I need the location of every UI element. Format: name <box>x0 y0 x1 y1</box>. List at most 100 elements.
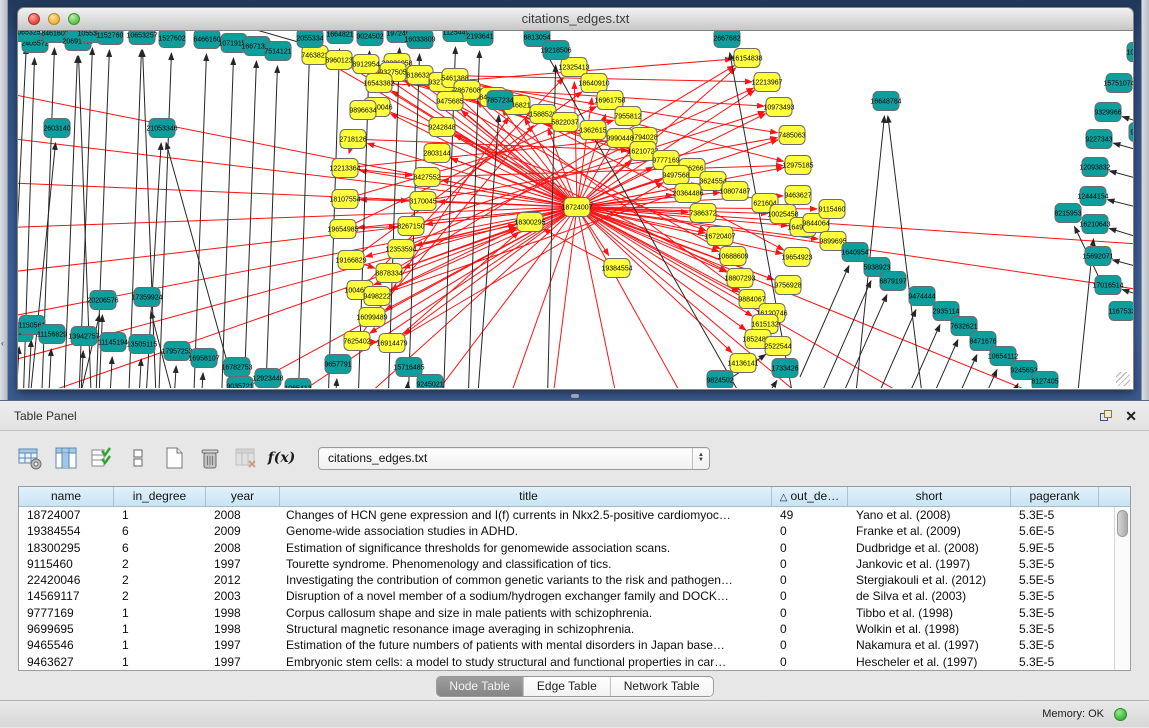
graph-node[interactable]: 9497568 <box>662 166 689 185</box>
graph-node[interactable]: 2667682 <box>713 31 740 48</box>
table-cell[interactable]: 2 <box>114 588 206 604</box>
table-cell[interactable]: 1 <box>114 605 206 621</box>
table-cell[interactable]: 2009 <box>206 523 280 539</box>
column-header-title[interactable]: title <box>280 487 772 506</box>
graph-node[interactable]: 9329966 <box>1094 103 1121 122</box>
graph-node[interactable]: 17359924 <box>131 288 162 307</box>
table-cell[interactable]: Hescheler et al. (1997) <box>848 654 1011 670</box>
new-table-icon[interactable] <box>160 445 187 472</box>
graph-node[interactable]: 1065411 <box>1127 43 1133 62</box>
graph-node[interactable]: 13505115 <box>127 335 158 354</box>
table-cell[interactable]: 1997 <box>206 654 280 670</box>
graph-node[interactable]: 5822037 <box>551 113 578 132</box>
graph-node[interactable]: 7955812 <box>614 107 641 126</box>
graph-node[interactable]: 18107554 <box>329 190 360 209</box>
graph-node[interactable]: 11145194 <box>98 333 128 352</box>
graph-node[interactable]: 9896634 <box>349 101 376 120</box>
graph-node[interactable]: 7857234 <box>486 91 513 110</box>
graph-node[interactable]: 16543382 <box>363 74 394 93</box>
graph-node[interactable]: 9024502 <box>356 31 383 46</box>
graph-node[interactable]: 1733426 <box>771 359 798 378</box>
table-cell[interactable]: Yano et al. (2008) <box>848 507 1011 523</box>
graph-node[interactable]: 1664821 <box>326 31 353 44</box>
graph-node[interactable]: 1152760 <box>97 31 124 45</box>
table-cell[interactable]: 0 <box>772 572 848 588</box>
graph-node[interactable]: 7386372 <box>689 204 716 223</box>
table-cell[interactable]: Franke et al. (2009) <box>848 523 1011 539</box>
table-cell[interactable]: 14569117 <box>19 588 114 604</box>
table-cell[interactable]: 9115460 <box>19 556 114 572</box>
graph-node[interactable]: 16648784 <box>870 92 901 111</box>
graph-node[interactable]: 10653257 <box>126 31 157 45</box>
table-row[interactable]: 969969511998Structural magnetic resonanc… <box>19 621 1114 637</box>
table-cell[interactable]: 6 <box>114 540 206 556</box>
minimize-window-icon[interactable] <box>48 13 60 25</box>
column-header-short[interactable]: short <box>848 487 1011 506</box>
graph-node[interactable]: 10973493 <box>763 98 794 117</box>
graph-node[interactable]: 8267150 <box>397 217 424 236</box>
graph-node[interactable]: 9474444 <box>908 287 935 306</box>
tab-edge-table[interactable]: Edge Table <box>524 677 611 696</box>
column-header-in_degree[interactable]: in_degree <box>114 487 206 506</box>
graph-node[interactable]: 19166829 <box>335 251 366 270</box>
table-cell[interactable]: 9465546 <box>19 637 114 653</box>
graph-node[interactable]: 12444154 <box>1077 187 1108 206</box>
table-cell[interactable]: 5.3E-5 <box>1011 637 1099 653</box>
graph-node[interactable]: 8960123 <box>325 51 352 70</box>
graph-node[interactable]: 9463627 <box>784 186 811 205</box>
graph-node[interactable]: 13942757 <box>68 327 99 346</box>
graph-node[interactable]: 16099489 <box>356 308 387 327</box>
graph-node[interactable]: 16914479 <box>376 334 407 353</box>
graph-node[interactable]: 15751074 <box>1103 74 1133 93</box>
table-cell[interactable]: Estimation of the future numbers of pati… <box>280 637 772 653</box>
table-cell[interactable]: 9777169 <box>19 605 114 621</box>
table-row[interactable]: 2242004622012Investigating the contribut… <box>19 572 1114 588</box>
table-cell[interactable]: Wolkin et al. (1998) <box>848 621 1011 637</box>
graph-node[interactable]: 9245021 <box>416 375 443 389</box>
graph-node[interactable]: 9035721 <box>226 377 253 389</box>
graph-node[interactable]: 20364486 <box>672 184 703 203</box>
table-cell[interactable]: 5.9E-5 <box>1011 540 1099 556</box>
graph-node[interactable]: 8427552 <box>413 168 440 187</box>
graph-node[interactable]: 9990448 <box>606 129 633 148</box>
table-cell[interactable]: 0 <box>772 654 848 670</box>
graph-node[interactable]: 9824502 <box>706 371 733 389</box>
table-cell[interactable]: 5.3E-5 <box>1011 588 1099 604</box>
table-cell[interactable]: 49 <box>772 507 848 523</box>
table-cell[interactable]: Investigating the contribution of common… <box>280 572 772 588</box>
table-cell[interactable]: 1 <box>114 654 206 670</box>
graph-node[interactable]: 12213364 <box>329 159 360 178</box>
table-cell[interactable]: 1 <box>114 507 206 523</box>
delete-rows-icon[interactable] <box>196 445 223 472</box>
graph-node[interactable]: 16720407 <box>704 227 735 246</box>
column-header-name[interactable]: name <box>19 487 114 506</box>
graph-node[interactable]: 7514121 <box>264 42 291 61</box>
graph-node[interactable]: 21053346 <box>146 119 177 138</box>
table-cell[interactable]: 0 <box>772 523 848 539</box>
graph-node[interactable]: 8878334 <box>375 264 402 283</box>
graph-node[interactable]: 16033809 <box>404 31 435 49</box>
table-cell[interactable]: 0 <box>772 540 848 556</box>
network-canvas[interactable]: 1872400712325413186409101696175879558126… <box>17 31 1134 390</box>
graph-node[interactable]: 7625402 <box>343 332 370 351</box>
column-header-pagerank[interactable]: pagerank <box>1011 487 1099 506</box>
graph-node[interactable]: 3170045 <box>409 192 436 211</box>
table-cell[interactable]: 18300295 <box>19 540 114 556</box>
graph-node[interactable]: 11156829 <box>37 325 67 344</box>
float-panel-icon[interactable] <box>1100 410 1113 423</box>
graph-node[interactable]: 7485063 <box>778 126 805 145</box>
table-cell[interactable]: 1 <box>114 621 206 637</box>
graph-node[interactable]: 9115460 <box>819 200 846 219</box>
table-cell[interactable]: Changes of HCN gene expression and I(f) … <box>280 507 772 523</box>
graph-node[interactable]: 2718126 <box>339 130 366 149</box>
table-cell[interactable]: 0 <box>772 605 848 621</box>
table-cell[interactable]: 5.3E-5 <box>1011 556 1099 572</box>
table-cell[interactable]: Tourette syndrome. Phenomenology and cla… <box>280 556 772 572</box>
graph-node[interactable]: 10807487 <box>719 182 750 201</box>
graph-node[interactable]: 20206576 <box>87 291 118 310</box>
tab-node-table[interactable]: Node Table <box>436 677 524 696</box>
graph-node[interactable]: 9227343 <box>1085 130 1112 149</box>
graph-node[interactable]: 12975185 <box>782 156 813 175</box>
graph-node[interactable]: 9498222 <box>363 287 390 306</box>
graph-node[interactable]: 1527602 <box>158 31 185 48</box>
